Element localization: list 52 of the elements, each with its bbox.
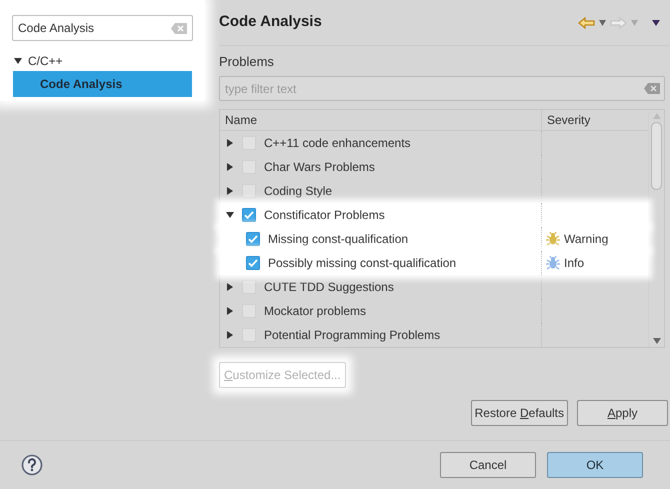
- row-label: Mockator problems: [264, 303, 366, 320]
- row-label: Char Wars Problems: [264, 159, 375, 176]
- checkbox[interactable]: [242, 184, 256, 198]
- column-header[interactable]: Name: [220, 110, 542, 130]
- clear-icon[interactable]: [644, 83, 660, 94]
- table-row[interactable]: Missing const-qualification Warning: [220, 227, 648, 251]
- checkbox[interactable]: [242, 208, 256, 222]
- row-label: Constificator Problems: [264, 207, 385, 224]
- table-row[interactable]: Possibly missing const-qualification Info: [220, 251, 648, 275]
- row-label: CUTE TDD Suggestions: [264, 279, 394, 296]
- help-icon[interactable]: [21, 454, 43, 476]
- scrollbar[interactable]: [648, 110, 664, 347]
- expand-arrow-icon[interactable]: [226, 307, 234, 315]
- table-row[interactable]: Char Wars Problems: [220, 155, 648, 179]
- row-label: Potential Programming Problems: [264, 327, 440, 344]
- section-label: Problems: [219, 53, 275, 72]
- table-row[interactable]: Potential Programming Problems: [220, 323, 648, 347]
- expand-arrow-icon[interactable]: [226, 331, 234, 339]
- row-label: Coding Style: [264, 183, 332, 200]
- checkbox[interactable]: [246, 232, 260, 246]
- table-row[interactable]: Mockator problems: [220, 299, 648, 323]
- ok-button[interactable]: OK: [547, 452, 643, 478]
- checkbox[interactable]: [242, 280, 256, 294]
- restore-defaults-button[interactable]: Restore Defaults: [470, 400, 568, 426]
- severity-label: Info: [564, 255, 584, 272]
- expand-arrow-icon[interactable]: [226, 187, 234, 195]
- collapse-arrow-icon[interactable]: [14, 57, 22, 65]
- expand-arrow-icon[interactable]: [226, 163, 234, 171]
- back-arrow-icon[interactable]: [578, 16, 595, 28]
- cancel-button[interactable]: Cancel: [440, 452, 536, 478]
- column-header[interactable]: Severity: [542, 110, 648, 130]
- row-label: Missing const-qualification: [268, 231, 408, 248]
- menu-arrow-icon[interactable]: [652, 20, 660, 26]
- table-row[interactable]: C++11 code enhancements: [220, 131, 648, 155]
- table-row[interactable]: Constificator Problems: [220, 203, 648, 227]
- scroll-down-arrow-icon[interactable]: [652, 338, 660, 344]
- collapse-arrow-icon[interactable]: [226, 211, 234, 219]
- row-label: Possibly missing const-qualification: [268, 255, 456, 272]
- expand-arrow-icon[interactable]: [226, 139, 234, 147]
- page-title: Code Analysis: [219, 12, 322, 32]
- tree-item[interactable]: Code Analysis: [13, 71, 192, 97]
- tree-item[interactable]: C/C++: [28, 52, 63, 70]
- row-label: C++11 code enhancements: [264, 135, 411, 152]
- table-row[interactable]: CUTE TDD Suggestions: [220, 275, 648, 299]
- severity-label: Warning: [564, 231, 608, 248]
- scroll-thumb[interactable]: [651, 122, 662, 190]
- search-field[interactable]: Code Analysis: [12, 15, 193, 41]
- dropdown-arrow-icon[interactable]: [599, 20, 606, 26]
- filter-field[interactable]: type filter text: [219, 76, 665, 101]
- checkbox[interactable]: [246, 256, 260, 270]
- apply-button[interactable]: Apply: [577, 400, 668, 426]
- expand-arrow-icon[interactable]: [226, 283, 234, 291]
